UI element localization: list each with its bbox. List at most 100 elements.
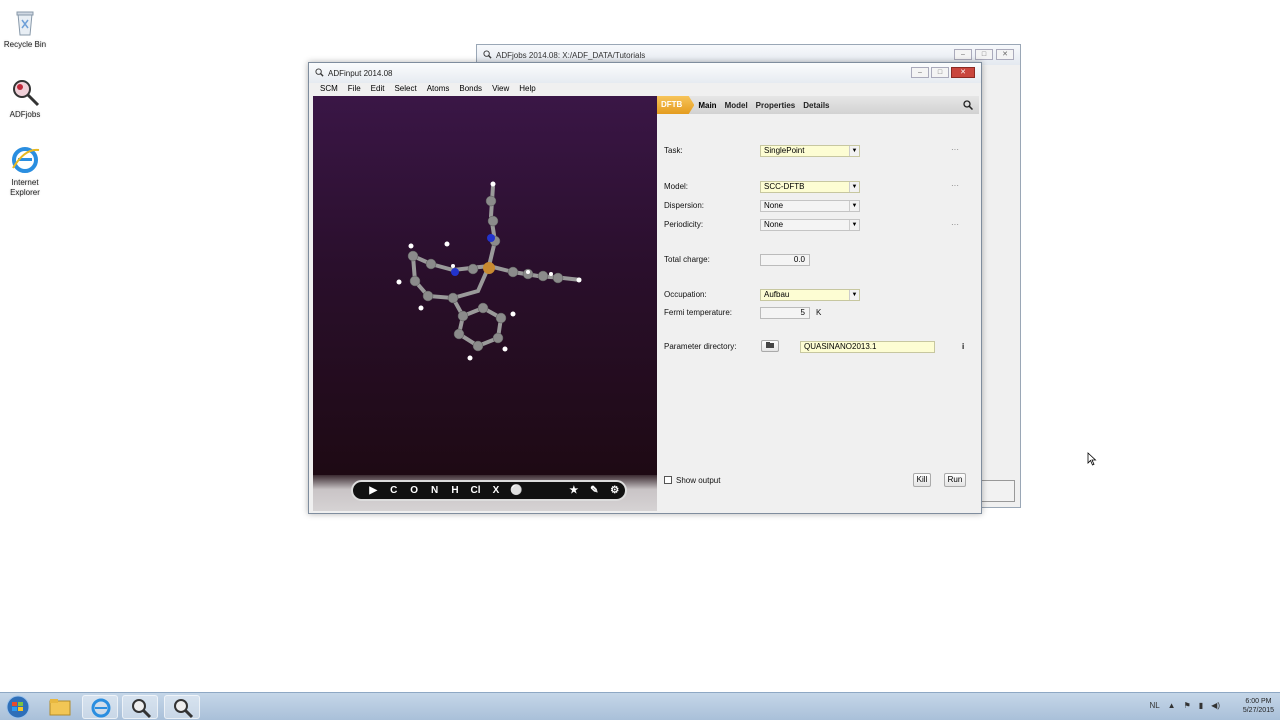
system-tray: NL ▲ ⚑ ▮ ◀) [1149, 701, 1220, 710]
adfinput-window[interactable]: ADFinput 2014.08 – □ ✕ SCM File Edit Sel… [308, 62, 1097, 514]
oxygen-tool[interactable]: O [404, 485, 424, 496]
menu-view[interactable]: View [487, 83, 514, 96]
molecule-viewer[interactable] [313, 96, 657, 475]
taskbar-adfinput[interactable] [164, 695, 200, 719]
dispersion-value: None [764, 201, 784, 210]
tab-main[interactable]: Main [694, 101, 720, 110]
menu-select[interactable]: Select [389, 83, 421, 96]
task-more-button[interactable]: ··· [944, 146, 966, 156]
taskbar-explorer[interactable] [42, 695, 78, 719]
structure-tool-icon[interactable]: ⚪ [506, 485, 526, 496]
hydrogen-tool[interactable]: H [445, 485, 465, 496]
periodicity-value: None [764, 220, 784, 229]
tab-dftb[interactable]: DFTB [657, 96, 695, 114]
mouse-cursor-icon [1087, 452, 1097, 466]
close-button[interactable]: ✕ [951, 67, 975, 78]
maximize-button[interactable]: □ [975, 49, 993, 60]
parameter-directory-label: Parameter directory: [664, 342, 737, 351]
start-button[interactable] [2, 695, 38, 719]
star-icon[interactable]: ★ [564, 485, 584, 496]
taskbar: NL ▲ ⚑ ▮ ◀) 6:00 PM 5/27/2015 [0, 692, 1280, 720]
select-tool-icon[interactable]: ▶ [363, 485, 383, 496]
chevron-down-icon: ▼ [849, 146, 859, 156]
wrench-icon[interactable]: ✎ [584, 485, 604, 496]
run-button[interactable]: Run [944, 473, 966, 487]
language-indicator[interactable]: NL [1149, 701, 1159, 710]
task-label: Task: [664, 146, 683, 155]
magnifier-icon [174, 699, 194, 719]
menu-edit[interactable]: Edit [366, 83, 390, 96]
tab-details[interactable]: Details [799, 101, 833, 110]
desktop-icon-label: Internet Explorer [10, 178, 40, 197]
occupation-select[interactable]: Aufbau ▼ [760, 289, 860, 301]
fermi-temperature-input[interactable]: 5 [760, 307, 810, 319]
show-output-checkbox[interactable] [664, 476, 672, 484]
gear-icon[interactable]: ⚙ [605, 485, 625, 496]
search-icon[interactable] [963, 100, 974, 111]
tab-properties[interactable]: Properties [752, 101, 800, 110]
recycle-bin-icon [9, 6, 41, 38]
taskbar-adfjobs[interactable] [122, 695, 158, 719]
window-title: ADFinput 2014.08 [328, 68, 393, 78]
chlorine-tool[interactable]: Cl [465, 485, 485, 496]
desktop-icon-internet-explorer[interactable]: Internet Explorer [2, 144, 48, 198]
desktop-icon-recycle-bin[interactable]: Recycle Bin [2, 6, 48, 50]
desktop-icon-label: ADFjobs [9, 110, 41, 119]
folder-icon [766, 342, 774, 348]
tab-model[interactable]: Model [721, 101, 752, 110]
info-icon[interactable]: i [962, 342, 964, 351]
occupation-value: Aufbau [764, 290, 790, 299]
desktop-icon-adfjobs[interactable]: ADFjobs [2, 76, 48, 120]
fermi-temperature-label: Fermi temperature: [664, 308, 733, 317]
tray-expand-icon[interactable]: ▲ [1168, 701, 1176, 710]
nitrogen-tool[interactable]: N [424, 485, 444, 496]
model-select[interactable]: SCC-DFTB ▼ [760, 181, 860, 193]
clock-date: 5/27/2015 [1242, 707, 1274, 714]
task-value: SinglePoint [764, 146, 805, 155]
network-icon[interactable]: ▮ [1199, 701, 1203, 710]
minimize-button[interactable]: – [911, 67, 929, 78]
menu-bar: SCM File Edit Select Atoms Bonds View He… [309, 83, 981, 96]
menu-atoms[interactable]: Atoms [422, 83, 455, 96]
taskbar-internet-explorer[interactable] [82, 695, 118, 719]
volume-icon[interactable]: ◀) [1211, 701, 1220, 710]
show-output-label: Show output [676, 476, 721, 485]
chevron-down-icon: ▼ [849, 290, 859, 300]
clock[interactable]: 6:00 PM 5/27/2015 [1243, 697, 1274, 715]
clock-time: 6:00 PM [1245, 698, 1272, 705]
minimize-button[interactable]: – [954, 49, 972, 60]
panel-tab-bar: DFTB Main Model Properties Details [657, 96, 979, 114]
total-charge-input[interactable]: 0.0 [760, 254, 810, 266]
carbon-tool[interactable]: C [383, 485, 403, 496]
menu-file[interactable]: File [343, 83, 366, 96]
model-more-button[interactable]: ··· [944, 182, 966, 192]
fermi-unit: K [816, 308, 822, 317]
chevron-down-icon: ▼ [849, 220, 859, 230]
periodicity-more-button[interactable]: ··· [944, 221, 966, 231]
model-label: Model: [664, 182, 689, 191]
windows-logo-icon [6, 695, 30, 719]
close-button[interactable]: ✕ [996, 49, 1014, 60]
periodicity-select[interactable]: None ▼ [760, 219, 860, 231]
periodicity-label: Periodicity: [664, 220, 704, 229]
parameter-directory-input[interactable]: QUASINANO2013.1 [800, 341, 935, 353]
adfinput-titlebar[interactable]: ADFinput 2014.08 – □ ✕ [309, 63, 981, 83]
dispersion-select[interactable]: None ▼ [760, 200, 860, 212]
chevron-down-icon: ▼ [849, 182, 859, 192]
molecule-model [396, 181, 582, 361]
menu-bonds[interactable]: Bonds [454, 83, 487, 96]
model-value: SCC-DFTB [764, 182, 805, 191]
occupation-label: Occupation: [664, 290, 707, 299]
magnifier-icon [9, 76, 41, 108]
flag-icon[interactable]: ⚑ [1184, 701, 1191, 710]
folder-browse-button[interactable] [761, 340, 779, 352]
window-app-icon [315, 67, 324, 79]
kill-button[interactable]: Kill [913, 473, 931, 487]
desktop-icon-label: Recycle Bin [3, 40, 47, 49]
element-picker-tool[interactable]: X [486, 485, 506, 496]
menu-scm[interactable]: SCM [315, 83, 343, 96]
maximize-button[interactable]: □ [931, 67, 949, 78]
menu-help[interactable]: Help [514, 83, 540, 96]
internet-explorer-icon [91, 698, 111, 718]
task-select[interactable]: SinglePoint ▼ [760, 145, 860, 157]
